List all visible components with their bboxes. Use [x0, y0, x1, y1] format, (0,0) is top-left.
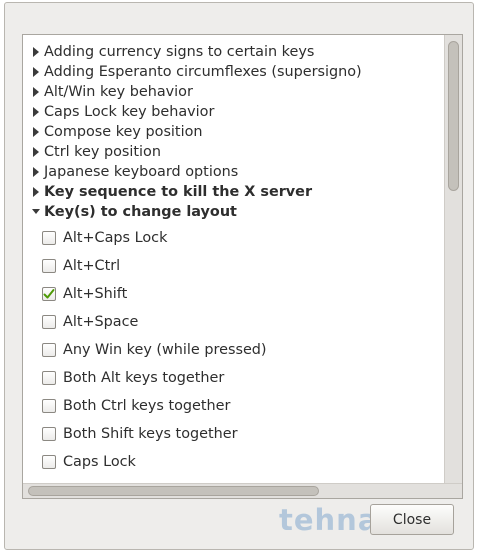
option-label: Both Shift keys together [63, 426, 238, 442]
option-label: Both Alt keys together [63, 370, 225, 386]
option-checkbox[interactable] [42, 427, 56, 441]
option-label: Alt+Shift [63, 286, 128, 302]
group-row[interactable]: Key sequence to kill the X server [23, 182, 312, 202]
options-tree-view[interactable]: Adding currency signs to certain keys Add… [22, 34, 463, 499]
triangle-right-icon[interactable] [32, 46, 41, 58]
option-checkbox[interactable] [42, 231, 56, 245]
option-checkbox[interactable] [42, 399, 56, 413]
option-row[interactable]: Both Shift keys together [23, 421, 238, 447]
option-checkbox[interactable] [42, 287, 56, 301]
horizontal-scrollbar-thumb[interactable] [28, 486, 319, 496]
option-label: Alt+Ctrl [63, 258, 121, 274]
triangle-right-icon[interactable] [32, 166, 41, 178]
keyboard-options-dialog: Adding currency signs to certain keys Add… [4, 2, 474, 550]
group-label: Caps Lock key behavior [44, 104, 215, 120]
group-label: Ctrl key position [44, 144, 161, 160]
group-row[interactable]: Alt/Win key behavior [23, 82, 193, 102]
option-checkbox[interactable] [42, 343, 56, 357]
group-row[interactable]: Caps Lock key behavior [23, 102, 214, 122]
triangle-right-icon[interactable] [32, 146, 41, 158]
option-row[interactable]: Alt+Ctrl [23, 253, 120, 279]
triangle-right-icon[interactable] [32, 66, 41, 78]
vertical-scrollbar[interactable] [444, 35, 462, 498]
group-label: Key sequence to kill the X server [44, 184, 313, 200]
horizontal-scrollbar[interactable] [23, 483, 462, 498]
group-row[interactable]: Ctrl key position [23, 142, 161, 162]
group-label: Adding Esperanto circumflexes (supersign… [44, 64, 362, 80]
option-row[interactable]: Alt+Caps Lock [23, 225, 167, 251]
option-row[interactable]: Alt+Shift [23, 281, 127, 307]
option-checkbox[interactable] [42, 455, 56, 469]
group-label: Adding currency signs to certain keys [44, 44, 315, 60]
option-row[interactable]: Both Ctrl keys together [23, 393, 230, 419]
triangle-right-icon[interactable] [32, 126, 41, 138]
group-label: Japanese keyboard options [44, 164, 239, 180]
checkmark-icon [43, 289, 55, 299]
option-row[interactable]: Alt+Space [23, 309, 138, 335]
group-row[interactable]: Adding Esperanto circumflexes (supersign… [23, 62, 362, 82]
vertical-scrollbar-thumb[interactable] [448, 41, 459, 191]
triangle-right-icon[interactable] [32, 106, 41, 118]
option-label: Caps Lock [63, 454, 136, 470]
option-row[interactable]: Both Alt keys together [23, 365, 224, 391]
triangle-right-icon[interactable] [32, 186, 41, 198]
option-label: Both Ctrl keys together [63, 398, 231, 414]
option-row[interactable]: Caps Lock [23, 449, 136, 475]
option-row[interactable]: Any Win key (while pressed) [23, 337, 267, 363]
group-row[interactable]: Key(s) to change layout [23, 202, 237, 222]
option-checkbox[interactable] [42, 371, 56, 385]
option-checkbox[interactable] [42, 315, 56, 329]
group-row[interactable]: Japanese keyboard options [23, 162, 238, 182]
group-label: Key(s) to change layout [44, 204, 237, 220]
group-label: Compose key position [44, 124, 203, 140]
option-label: Alt+Space [63, 314, 139, 330]
group-row[interactable]: Compose key position [23, 122, 203, 142]
option-label: Any Win key (while pressed) [63, 342, 267, 358]
group-label: Alt/Win key behavior [44, 84, 193, 100]
triangle-down-icon[interactable] [32, 206, 41, 218]
option-label: Alt+Caps Lock [63, 230, 168, 246]
option-checkbox[interactable] [42, 259, 56, 273]
group-row[interactable]: Adding currency signs to certain keys [23, 42, 314, 62]
triangle-right-icon[interactable] [32, 86, 41, 98]
close-button[interactable]: Close [370, 504, 454, 535]
